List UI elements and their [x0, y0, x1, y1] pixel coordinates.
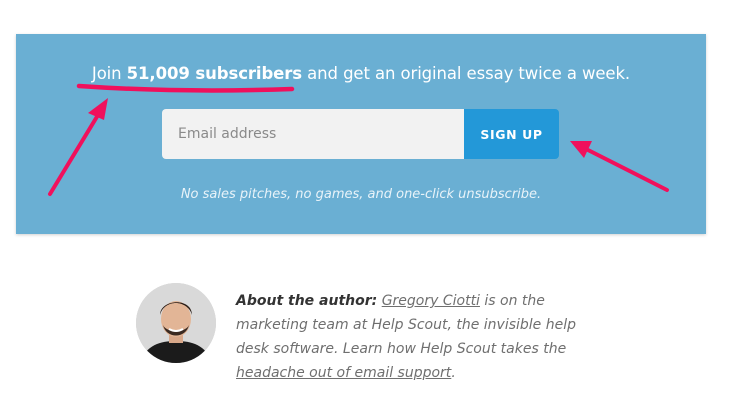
newsletter-signup-panel: Join 51,009 subscribers and get an origi… [16, 34, 706, 234]
email-input[interactable] [162, 109, 464, 159]
author-description: About the author: Gregory Ciotti is on t… [236, 289, 586, 385]
email-support-link[interactable]: headache out of email support [236, 365, 451, 381]
author-name-link[interactable]: Gregory Ciotti [382, 293, 480, 309]
author-avatar [136, 283, 216, 363]
sign-up-button[interactable]: SIGN UP [464, 109, 559, 159]
signup-disclaimer: No sales pitches, no games, and one-clic… [180, 187, 542, 202]
headline-prefix: Join [91, 64, 127, 83]
author-lead: About the author: [236, 293, 378, 309]
headline-suffix: and get an original essay twice a week. [302, 64, 631, 83]
author-bio: About the author: Gregory Ciotti is on t… [136, 283, 596, 393]
author-bio-end: . [451, 365, 456, 381]
subscriber-count: 51,009 subscribers [126, 64, 303, 83]
signup-form: SIGN UP [162, 109, 559, 159]
signup-headline: Join 51,009 subscribers and get an origi… [16, 64, 706, 83]
